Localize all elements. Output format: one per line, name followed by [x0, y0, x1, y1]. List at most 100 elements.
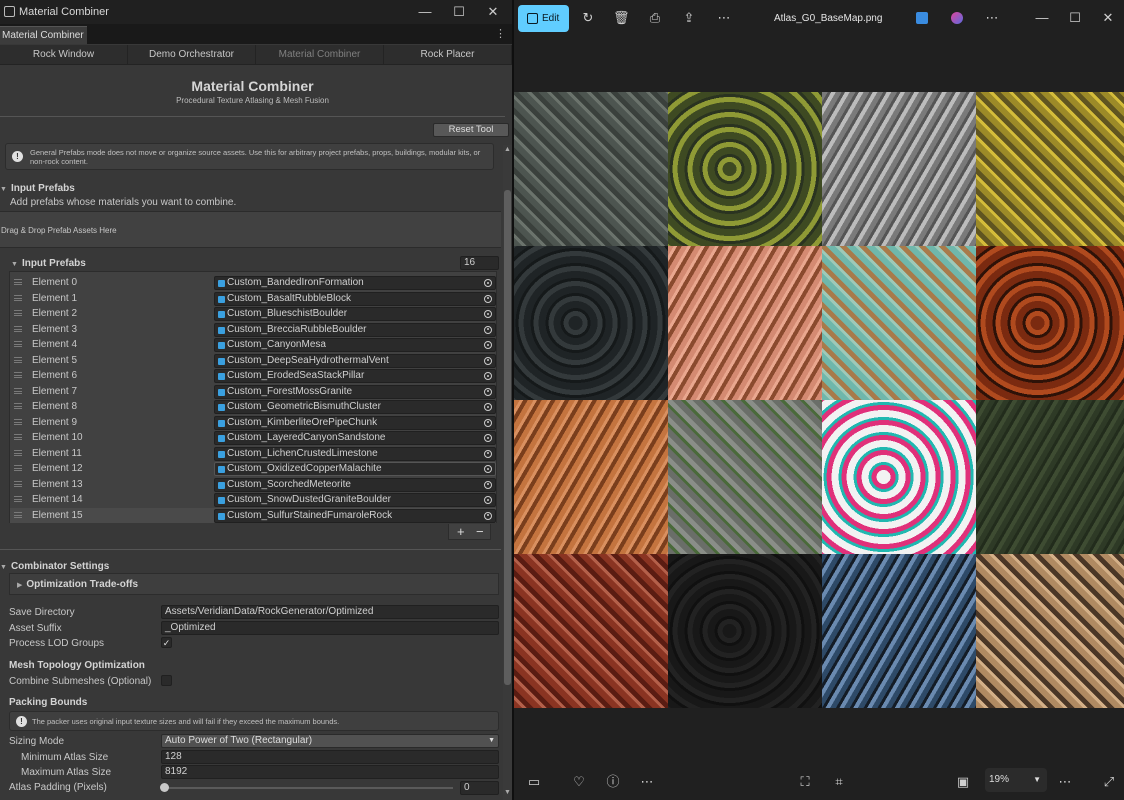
object-picker-icon[interactable] — [484, 387, 492, 396]
drag-handle-icon[interactable] — [14, 372, 22, 378]
minimize-icon[interactable]: — — [1034, 10, 1050, 26]
drag-handle-icon[interactable] — [14, 310, 22, 316]
object-picker-icon[interactable] — [484, 356, 492, 365]
subtab-rock-placer[interactable]: Rock Placer — [384, 45, 512, 64]
list-item[interactable]: Element 0 Custom_BandedIronFormation — [10, 275, 496, 291]
combinator-settings-foldout[interactable]: ▼ Combinator Settings — [0, 561, 109, 572]
visual-search-icon[interactable]: ⌗ — [831, 774, 847, 790]
object-picker-icon[interactable] — [484, 480, 492, 489]
object-field[interactable]: Custom_BlueschistBoulder — [214, 307, 496, 321]
drag-handle-icon[interactable] — [14, 403, 22, 409]
object-field[interactable]: Custom_BandedIronFormation — [214, 276, 496, 290]
drag-handle-icon[interactable] — [14, 387, 22, 394]
object-picker-icon[interactable] — [484, 372, 492, 380]
list-item[interactable]: Element 12 Custom_OxidizedCopperMalachite — [10, 461, 496, 477]
list-item[interactable]: Element 8 Custom_GeometricBismuthCluster — [10, 399, 496, 415]
designer-icon[interactable] — [916, 12, 928, 24]
object-picker-icon[interactable] — [484, 325, 492, 334]
close-button[interactable]: ✕ — [478, 2, 508, 22]
select-area-icon[interactable]: ⛶ — [797, 774, 813, 790]
list-item[interactable]: Element 6 Custom_ErodedSeaStackPillar — [10, 368, 496, 384]
fit-screen-icon[interactable]: ▣ — [955, 774, 971, 790]
object-field[interactable]: Custom_ForestMossGranite — [214, 384, 496, 399]
fullscreen-icon[interactable]: ⤢ — [1101, 774, 1117, 790]
atlas-padding-field[interactable]: 0 — [460, 781, 499, 795]
drag-handle-icon[interactable] — [14, 356, 22, 363]
zoom-dropdown[interactable]: 19% ▼ — [985, 768, 1047, 792]
drag-handle-icon[interactable] — [14, 496, 22, 502]
min-atlas-field[interactable]: 128 — [161, 750, 499, 764]
list-size-field[interactable]: 16 — [460, 256, 499, 270]
object-picker-icon[interactable] — [484, 279, 492, 287]
delete-icon[interactable]: 🗑 — [613, 10, 630, 26]
subtab-rock-window[interactable]: Rock Window — [0, 45, 128, 64]
list-item[interactable]: Element 5 Custom_DeepSeaHydrothermalVent — [10, 353, 496, 369]
subtab-demo-orchestrator[interactable]: Demo Orchestrator — [128, 45, 256, 64]
drag-handle-icon[interactable] — [14, 449, 22, 456]
more-icon[interactable]: ⋯ — [1057, 774, 1073, 790]
object-picker-icon[interactable] — [484, 403, 492, 411]
share-icon[interactable]: ⇪ — [681, 10, 697, 26]
list-item[interactable]: Element 1 Custom_BasaltRubbleBlock — [10, 291, 496, 307]
combine-submeshes-checkbox[interactable] — [161, 675, 172, 686]
dock-tab-material-combiner[interactable]: Material Combiner — [0, 26, 87, 44]
object-field[interactable]: Custom_DeepSeaHydrothermalVent — [214, 353, 496, 368]
object-picker-icon[interactable] — [484, 511, 492, 520]
process-lod-checkbox[interactable]: ✓ — [161, 637, 172, 648]
scrollbar-thumb[interactable] — [504, 190, 511, 685]
object-field[interactable]: Custom_LichenCrustedLimestone — [214, 446, 496, 461]
maximize-icon[interactable]: ☐ — [1067, 10, 1083, 26]
list-item[interactable]: Element 11 Custom_LichenCrustedLimestone — [10, 446, 496, 462]
copilot-icon[interactable] — [951, 12, 963, 24]
object-field[interactable]: Custom_CanyonMesa — [214, 338, 496, 352]
object-field[interactable]: Custom_LayeredCanyonSandstone — [214, 431, 496, 445]
drag-handle-icon[interactable] — [14, 279, 22, 285]
list-item[interactable]: Element 2 Custom_BlueschistBoulder — [10, 306, 496, 322]
object-field[interactable]: Custom_OxidizedCopperMalachite — [214, 462, 496, 476]
close-icon[interactable]: ✕ — [1100, 10, 1116, 26]
object-field[interactable]: Custom_BasaltRubbleBlock — [214, 291, 496, 306]
atlas-padding-slider-handle[interactable] — [160, 783, 169, 792]
more-icon[interactable]: ⋯ — [716, 10, 732, 26]
tradeoffs-foldout[interactable]: ▶ Optimization Trade-offs — [17, 579, 138, 590]
object-field[interactable]: Custom_KimberliteOrePipeChunk — [214, 415, 496, 430]
add-element-button[interactable]: + — [457, 524, 465, 539]
list-item[interactable]: Element 14 Custom_SnowDustedGraniteBoulde… — [10, 492, 496, 508]
object-field[interactable]: Custom_BrecciaRubbleBoulder — [214, 322, 496, 337]
object-field[interactable]: Custom_ScorchedMeteorite — [214, 477, 496, 492]
atlas-padding-slider[interactable] — [163, 787, 453, 789]
more-icon[interactable]: ⋯ — [984, 10, 1000, 26]
object-picker-icon[interactable] — [484, 465, 492, 473]
object-picker-icon[interactable] — [484, 434, 492, 442]
object-field[interactable]: Custom_GeometricBismuthCluster — [214, 400, 496, 414]
prefab-dropzone[interactable]: Drag & Drop Prefab Assets Here — [0, 211, 501, 248]
drag-handle-icon[interactable] — [14, 465, 22, 471]
print-icon[interactable]: ⎙ — [647, 10, 663, 26]
object-picker-icon[interactable] — [484, 449, 492, 458]
drag-handle-icon[interactable] — [14, 434, 22, 440]
rotate-icon[interactable]: ↻ — [580, 10, 596, 26]
inspector-scrollbar[interactable]: ▲ ▼ — [503, 145, 512, 800]
sizing-mode-dropdown[interactable]: Auto Power of Two (Rectangular) ▼ — [161, 734, 499, 748]
list-item[interactable]: Element 10 Custom_LayeredCanyonSandstone — [10, 430, 496, 446]
input-prefabs-list-foldout[interactable]: ▼ Input Prefabs — [11, 258, 86, 269]
drag-handle-icon[interactable] — [14, 294, 22, 301]
object-picker-icon[interactable] — [484, 294, 492, 303]
drag-handle-icon[interactable] — [14, 418, 22, 425]
list-item[interactable]: Element 7 Custom_ForestMossGranite — [10, 384, 496, 400]
object-picker-icon[interactable] — [484, 310, 492, 318]
object-field[interactable]: Custom_ErodedSeaStackPillar — [214, 369, 496, 383]
list-item[interactable]: Element 15 Custom_SulfurStainedFumaroleRo… — [10, 507, 496, 523]
list-item[interactable]: Element 4 Custom_CanyonMesa — [10, 337, 496, 353]
reset-tool-button[interactable]: Reset Tool — [433, 123, 509, 137]
remove-element-button[interactable]: − — [476, 524, 484, 539]
edit-button[interactable]: Edit — [518, 5, 569, 32]
drag-handle-icon[interactable] — [14, 325, 22, 332]
object-picker-icon[interactable] — [484, 341, 492, 349]
input-prefabs-foldout[interactable]: ▼ Input Prefabs — [0, 183, 75, 194]
minimize-button[interactable]: — — [410, 2, 440, 22]
list-item[interactable]: Element 13 Custom_ScorchedMeteorite — [10, 477, 496, 493]
asset-suffix-field[interactable]: _Optimized — [161, 621, 499, 635]
save-directory-field[interactable]: Assets/VeridianData/RockGenerator/Optimi… — [161, 605, 499, 619]
object-field[interactable]: Custom_SulfurStainedFumaroleRock — [214, 508, 496, 523]
